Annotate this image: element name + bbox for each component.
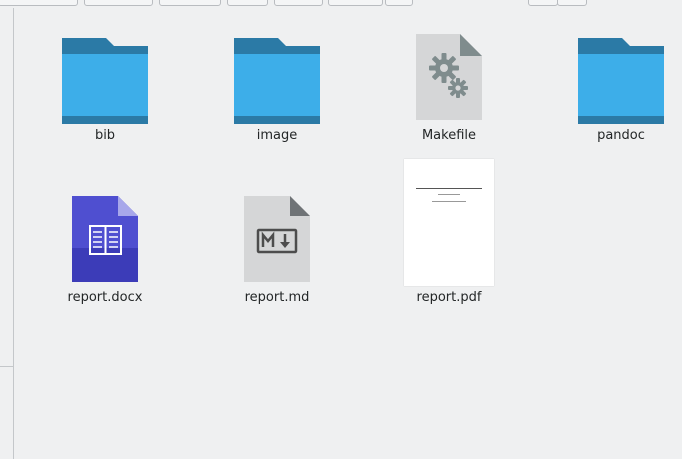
file-item-makefile[interactable]: Makefile — [384, 30, 514, 160]
toolbar-button-5[interactable] — [274, 0, 323, 6]
file-name: Makefile — [421, 128, 477, 143]
toolbar-button-8[interactable] — [528, 0, 558, 6]
toolbar-button-3[interactable] — [159, 0, 221, 6]
thumb-text-line — [438, 194, 460, 195]
toolbar-button-7[interactable] — [385, 0, 413, 6]
file-item-report-docx[interactable]: report.docx — [40, 188, 170, 318]
toolbar-button-1[interactable] — [0, 0, 78, 6]
file-item-report-md[interactable]: report.md — [212, 188, 342, 318]
toolbar-button-4[interactable] — [227, 0, 268, 6]
toolbar-button-2[interactable] — [84, 0, 153, 6]
pdf-thumbnail — [404, 159, 494, 286]
file-item-bib[interactable]: bib — [40, 30, 170, 160]
toolbar-button-6[interactable] — [328, 0, 383, 6]
thumb-text-line — [432, 201, 466, 202]
file-name: report.docx — [67, 290, 143, 305]
toolbar — [0, 0, 682, 8]
file-view[interactable]: bib image Makefile pandoc report.docx re… — [14, 8, 682, 459]
file-name: bib — [94, 128, 116, 143]
file-name: pandoc — [597, 128, 645, 143]
places-panel-edge — [0, 8, 14, 459]
file-name: report.pdf — [416, 290, 482, 305]
file-name: report.md — [244, 290, 310, 305]
thumb-text-line — [416, 188, 482, 189]
file-name: image — [256, 128, 298, 143]
file-item-report-pdf[interactable]: report.pdf — [384, 158, 514, 318]
file-item-image[interactable]: image — [212, 30, 342, 160]
toolbar-button-9[interactable] — [557, 0, 587, 6]
file-item-pandoc[interactable]: pandoc — [556, 30, 682, 160]
panel-separator — [0, 366, 13, 367]
